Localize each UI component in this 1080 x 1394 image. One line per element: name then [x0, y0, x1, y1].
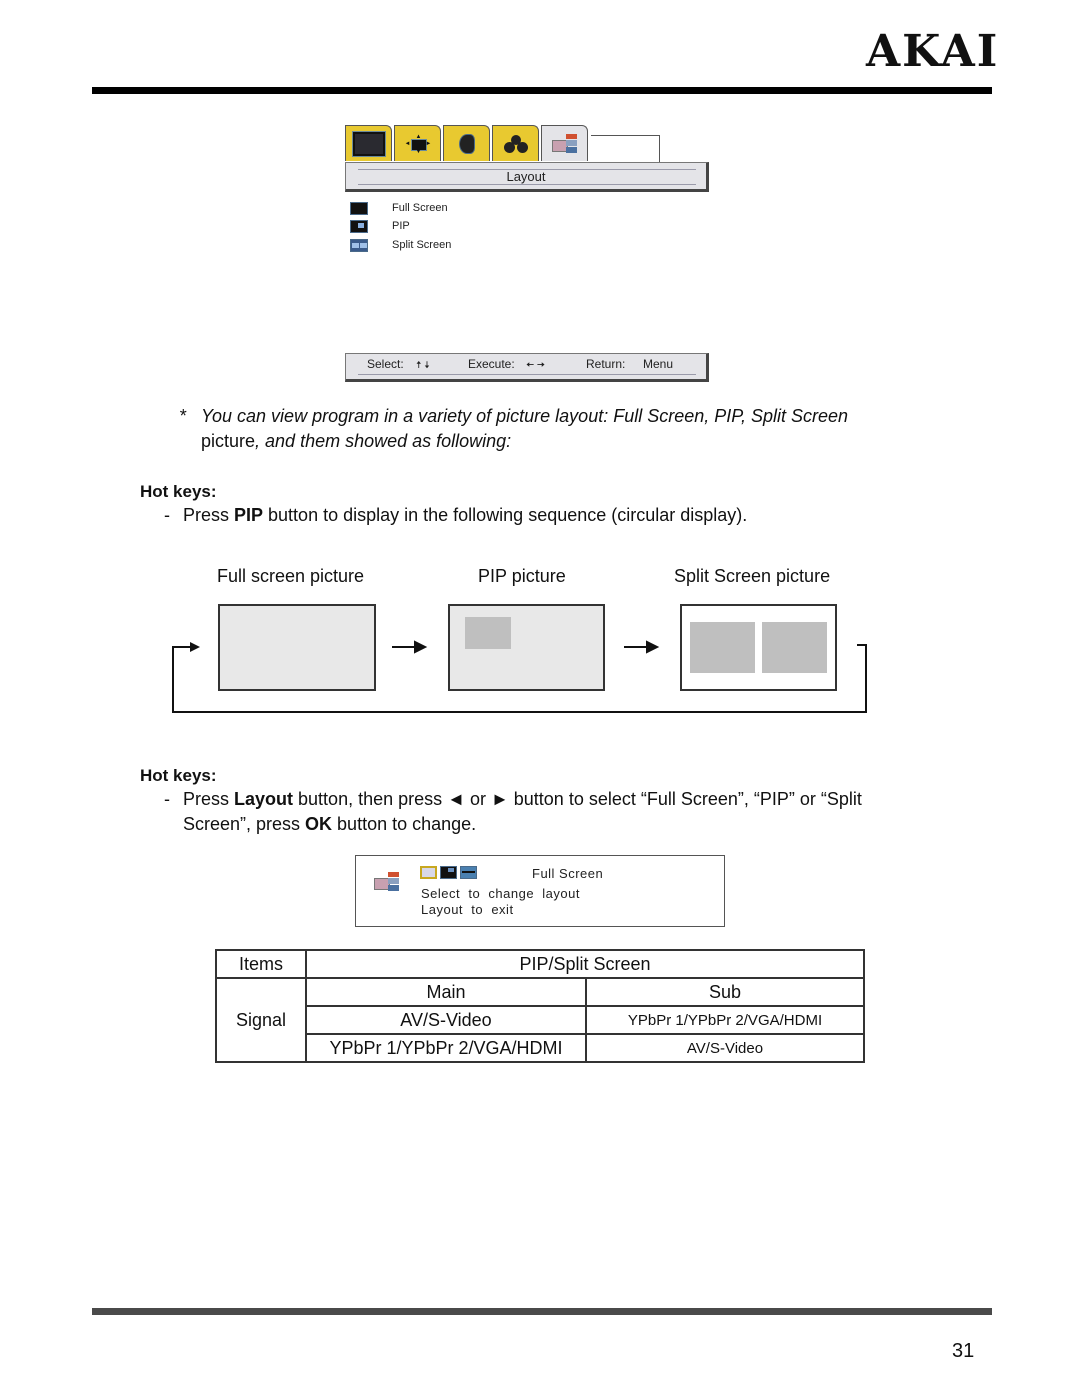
table-row: YPbPr 1/YPbPr 2/VGA/HDMI AV/S-Video — [216, 1033, 865, 1063]
caption-pip: PIP picture — [478, 566, 566, 586]
layout-icon — [374, 872, 400, 892]
hotkeys-2-line-2: Screen”, press OK button to change. — [183, 814, 477, 834]
nav-select-label: Select: — [367, 357, 404, 371]
up-down-arrows-icon: 🠅 🠇 — [416, 360, 430, 371]
return-arrowhead — [190, 642, 200, 652]
cell-sub: AV/S-Video — [585, 1033, 865, 1063]
screen-position-icon: ▲ ▼ ◄ ► — [404, 133, 432, 155]
table-row: AV/S-Video YPbPr 1/YPbPr 2/VGA/HDMI — [216, 1005, 865, 1035]
caption-full-screen: Full screen picture — [217, 566, 365, 586]
sound-speaker-icon — [458, 133, 475, 154]
note-line-1: You can view program in a variety of pic… — [201, 406, 848, 426]
cell-main: YPbPr 1/YPbPr 2/VGA/HDMI — [305, 1033, 587, 1063]
layout-popup: Full Screen Select to change layout Layo… — [355, 855, 725, 927]
row-label-signal: Signal — [215, 977, 307, 1063]
ok-key: OK — [305, 814, 333, 834]
nav-return-key: Menu — [643, 357, 674, 371]
note-line-2-plain: picture — [201, 431, 256, 451]
nav-return-label: Return: — [586, 357, 626, 371]
layout-key: Layout — [234, 789, 294, 809]
left-right-arrows-icon: 🠄 🠆 — [526, 360, 546, 371]
tab-screen-position[interactable]: ▲ ▼ ◄ ► — [394, 125, 441, 161]
hotkeys-2-line-1: Press Layout button, then press ◄ or ► b… — [183, 789, 862, 809]
hotkeys-1-text: Press PIP button to display in the follo… — [183, 505, 748, 525]
note-bullet: * — [179, 406, 187, 426]
page-number: 31 — [952, 1340, 975, 1362]
cycle-arrows — [172, 640, 867, 713]
tab-picture[interactable] — [345, 125, 392, 161]
hotkeys-2-dash: - — [164, 789, 170, 809]
footer-rule — [92, 1308, 992, 1315]
full-screen-icon — [350, 202, 368, 215]
subheader-main: Main — [305, 977, 587, 1007]
layout-icon — [551, 133, 578, 154]
brand-logo: AKAI — [866, 26, 1000, 77]
popup-current-layout: Full Screen — [532, 866, 604, 881]
return-loop-arrow — [172, 644, 867, 713]
tab-bar-filler — [591, 135, 660, 162]
pip-key: PIP — [234, 505, 264, 525]
header-rule — [92, 87, 992, 94]
split-screen-option-icon[interactable] — [460, 866, 477, 879]
hotkeys-1-dash: - — [164, 505, 170, 525]
arrow-2 — [624, 640, 660, 654]
hotkeys-heading-1: Hot keys: — [140, 482, 217, 501]
cell-sub: YPbPr 1/YPbPr 2/VGA/HDMI — [585, 1005, 865, 1035]
signal-table: Items PIP/Split Screen Signal Main Sub A… — [215, 949, 865, 1063]
popup-hint-exit: Layout to exit — [421, 902, 514, 917]
tab-features[interactable] — [492, 125, 539, 161]
cell-main: AV/S-Video — [305, 1005, 587, 1035]
osd-menu-title: Layout — [506, 169, 546, 184]
subheader-sub: Sub — [585, 977, 865, 1007]
header-pip-split: PIP/Split Screen — [305, 949, 865, 979]
full-screen-option-icon[interactable] — [420, 866, 437, 879]
nav-execute-label: Execute: — [468, 357, 515, 371]
arrow-1 — [392, 640, 428, 654]
header-items: Items — [215, 949, 307, 979]
note-line-2-italic: , and them showed as following: — [255, 431, 512, 451]
pip-option-icon[interactable] — [440, 866, 457, 879]
note-line-2: picture, and them showed as following: — [201, 429, 511, 454]
caption-split-screen: Split Screen picture — [674, 566, 831, 586]
popup-hint-select: Select to change layout — [421, 886, 580, 901]
split-screen-icon — [350, 239, 368, 252]
tab-sound[interactable] — [443, 125, 490, 161]
osd-menu-title-bar: Layout — [345, 162, 709, 192]
tab-layout[interactable] — [541, 125, 588, 161]
picture-icon — [352, 131, 385, 156]
hotkeys-heading-2: Hot keys: — [140, 766, 217, 785]
feature-icon — [503, 134, 529, 153]
osd-nav-bar: Select: 🠅 🠇 Execute: 🠄 🠆 Return: Menu — [345, 353, 709, 382]
pip-icon — [350, 220, 368, 233]
